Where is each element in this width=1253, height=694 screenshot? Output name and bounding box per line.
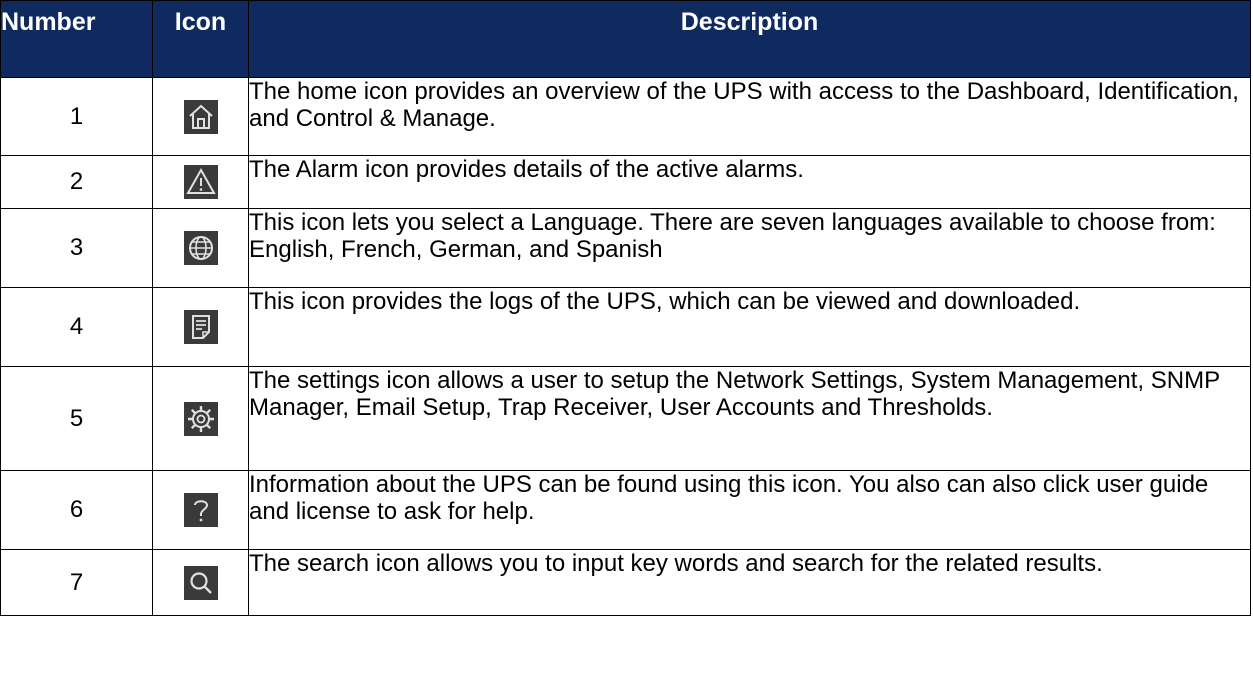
header-description: Description — [248, 0, 1251, 78]
row-number: 3 — [0, 208, 153, 288]
row-description: The home icon provides an overview of th… — [248, 77, 1251, 156]
header-number: Number — [0, 0, 153, 78]
row-number: 6 — [0, 470, 153, 550]
home-icon — [183, 99, 218, 134]
gear-icon — [183, 401, 218, 436]
row-number: 1 — [0, 77, 153, 156]
log-icon — [183, 310, 218, 344]
search-icon — [183, 565, 218, 600]
icon-description-table: Number Icon Description 1 The home icon … — [0, 0, 1251, 616]
help-icon — [183, 493, 218, 527]
row-number: 7 — [0, 549, 153, 616]
header-row: Number Icon Description — [0, 0, 1251, 78]
table-row: 4 This icon provides the logs of the UPS… — [0, 287, 1251, 367]
table-row: 7 The search icon allows you to input ke… — [0, 549, 1251, 616]
table-row: 5 The settings icon allows a user to set… — [0, 366, 1251, 471]
table-row: 3 This icon lets you select a Language. … — [0, 208, 1251, 288]
table-row: 1 The home icon provides an overview of … — [0, 77, 1251, 156]
row-number: 5 — [0, 366, 153, 471]
row-description: The settings icon allows a user to setup… — [248, 366, 1251, 471]
row-number: 4 — [0, 287, 153, 367]
table-row: 2 The Alarm icon provides details of the… — [0, 155, 1251, 209]
row-description: This icon provides the logs of the UPS, … — [248, 287, 1251, 367]
row-description: The Alarm icon provides details of the a… — [248, 155, 1251, 209]
row-description: Information about the UPS can be found u… — [248, 470, 1251, 550]
alarm-icon — [183, 165, 218, 199]
row-description: This icon lets you select a Language. Th… — [248, 208, 1251, 288]
header-icon: Icon — [152, 0, 249, 78]
globe-icon — [183, 231, 218, 265]
row-description: The search icon allows you to input key … — [248, 549, 1251, 616]
row-number: 2 — [0, 155, 153, 209]
table-row: 6 Information about the UPS can be found… — [0, 470, 1251, 550]
